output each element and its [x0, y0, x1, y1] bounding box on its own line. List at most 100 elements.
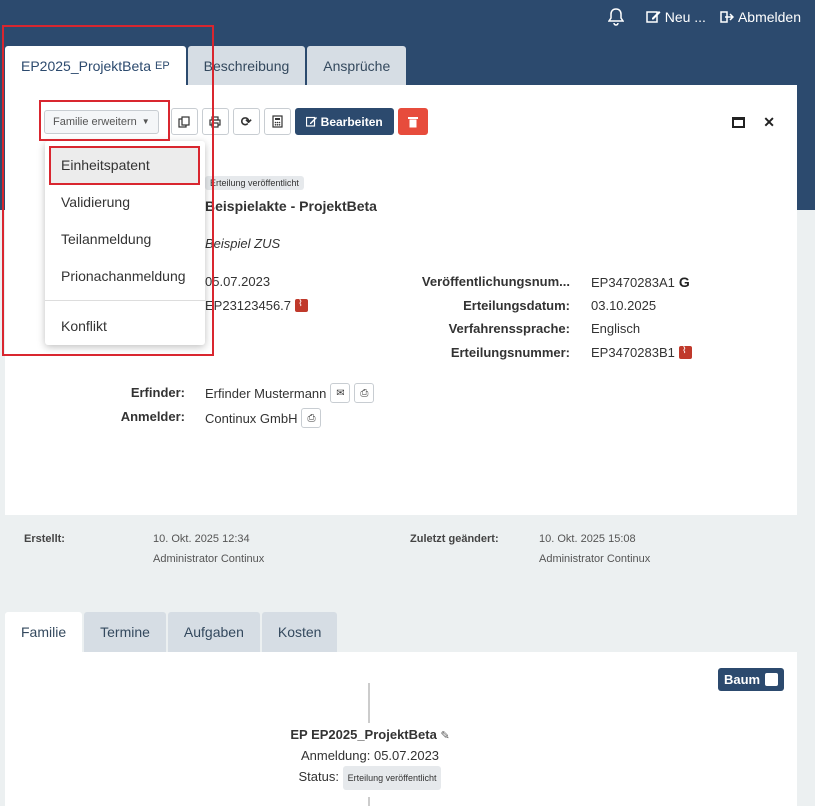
tab-costs[interactable]: Kosten — [261, 612, 338, 652]
tree-node-title-text: EP EP2025_ProjektBeta — [290, 727, 437, 742]
envelope-icon: ✉ — [336, 387, 345, 399]
pdf-icon[interactable] — [678, 345, 692, 359]
applicant-label: Anmelder: — [120, 409, 185, 424]
edit-button[interactable]: Bearbeiten — [294, 108, 394, 135]
menu-item-unitary-patent[interactable]: Einheitspatent — [51, 146, 199, 183]
grant-number: EP3470283B1 — [591, 345, 692, 360]
tree-toggle-label: Baum — [724, 672, 761, 687]
tree-connector-top — [368, 683, 370, 723]
tab-description-label: Beschreibung — [203, 57, 290, 74]
menu-item-conflict[interactable]: Konflikt — [45, 307, 205, 344]
pdf-icon[interactable] — [295, 298, 309, 312]
tab-record-suffix: EP — [154, 59, 170, 72]
tab-claims[interactable]: Ansprüche — [307, 46, 407, 85]
family-extend-button[interactable]: Familie erweitern ▼ — [44, 109, 159, 134]
language-label: Verfahrenssprache: — [448, 321, 570, 336]
grant-number-label: Erteilungsnummer: — [450, 345, 570, 360]
grant-date-text: 03.10.2025 — [591, 298, 657, 313]
application-number: EP23123456.7 — [205, 298, 309, 313]
record-title-text: Beispielakte - ProjektBeta — [205, 198, 377, 214]
delete-button[interactable] — [397, 108, 428, 135]
record-toolbar: Familie erweitern ▼ ⟳ Bearbeiten — [40, 108, 428, 135]
tab-tasks-label: Aufgaben — [183, 624, 244, 640]
print-button[interactable] — [201, 108, 229, 135]
modified-by: Administrator Continux — [539, 553, 651, 565]
created-label: Erstellt: — [24, 533, 65, 545]
maximize-icon[interactable] — [732, 117, 746, 128]
close-icon[interactable]: ✕ — [763, 114, 775, 131]
family-extend-menu: Einheitspatent Validierung Teilanmeldung… — [45, 141, 205, 345]
menu-divider — [45, 300, 205, 301]
applicant: Continux GmbH ⎙ — [205, 408, 322, 428]
trash-icon — [407, 116, 418, 127]
checkbox-icon — [765, 673, 779, 686]
copy-icon — [178, 115, 190, 128]
tree-connector-bottom — [368, 797, 370, 806]
new-menu[interactable]: Neu ... — [645, 9, 706, 25]
application-number-text: EP23123456.7 — [205, 298, 292, 313]
tree-node[interactable]: EP EP2025_ProjektBeta ✎ Anmeldung: 05.07… — [230, 725, 510, 790]
logout-icon — [720, 11, 734, 23]
edit-icon — [305, 116, 317, 127]
publication-number: EP3470283A1 G — [591, 274, 690, 290]
print-button[interactable]: ⎙ — [354, 383, 375, 403]
tab-description[interactable]: Beschreibung — [187, 46, 306, 85]
modified-info: 10. Okt. 2025 15:08 Administrator Contin… — [539, 529, 650, 569]
inventor-text: Erfinder Mustermann — [205, 385, 327, 401]
print-icon: ⎙ — [307, 412, 316, 424]
print-button[interactable]: ⎙ — [301, 408, 322, 428]
tree-node-filing: Anmeldung: 05.07.2023 — [300, 748, 440, 763]
tab-tasks[interactable]: Aufgaben — [167, 612, 260, 652]
tree-toggle[interactable]: Baum — [718, 668, 785, 691]
edit-icon[interactable]: ✎ — [440, 730, 449, 742]
print-icon — [209, 115, 221, 128]
email-button[interactable]: ✉ — [330, 383, 351, 403]
bell-icon[interactable] — [607, 8, 625, 26]
print-icon: ⎙ — [360, 387, 369, 399]
caret-down-icon: ▼ — [141, 117, 150, 126]
filing-date: 05.07.2023 — [205, 274, 270, 289]
window-controls: ✕ — [732, 114, 775, 131]
menu-item-label: Konflikt — [61, 317, 107, 334]
menu-item-divisional[interactable]: Teilanmeldung — [45, 220, 205, 257]
grant-date: 03.10.2025 — [591, 298, 656, 313]
refresh-icon: ⟳ — [240, 113, 252, 129]
tab-deadlines[interactable]: Termine — [84, 612, 166, 652]
modified-label: Zuletzt geändert: — [410, 533, 499, 545]
tab-deadlines-label: Termine — [100, 624, 150, 640]
applicant-text: Continux GmbH — [205, 410, 298, 426]
tab-costs-label: Kosten — [277, 624, 322, 640]
tab-record[interactable]: EP2025_ProjektBeta EP — [5, 46, 186, 85]
status-badge: Erteilung veröffentlicht — [342, 766, 442, 790]
calculator-button[interactable] — [263, 108, 291, 135]
google-icon[interactable]: G — [679, 274, 690, 290]
detail-tabs: Familie Termine Aufgaben Kosten — [5, 612, 338, 652]
record-subtitle-text: Beispiel ZUS — [205, 236, 281, 251]
menu-item-label: Prionachanmeldung — [61, 267, 186, 284]
logout-label: Abmelden — [737, 9, 801, 25]
menu-item-label: Einheitspatent — [61, 156, 150, 173]
publication-number-label: Veröffentlichungsnum... — [421, 274, 570, 289]
record-subtitle: Beispiel ZUS — [205, 236, 280, 251]
record-tabs: EP2025_ProjektBeta EP Beschreibung Anspr… — [5, 46, 407, 85]
menu-item-label: Validierung — [61, 193, 131, 210]
copy-button[interactable] — [170, 108, 198, 135]
logout-link[interactable]: Abmelden — [720, 9, 801, 25]
tab-record-label: EP2025_ProjektBeta — [21, 57, 151, 74]
grant-number-text: EP3470283B1 — [591, 345, 675, 360]
edit-icon — [645, 11, 661, 23]
publication-number-text: EP3470283A1 — [591, 274, 675, 290]
menu-item-priority-filing[interactable]: Prionachanmeldung — [45, 257, 205, 294]
language: Englisch — [591, 321, 640, 336]
edit-button-label: Bearbeiten — [320, 114, 383, 129]
inventor-label: Erfinder: — [130, 385, 185, 400]
refresh-button[interactable]: ⟳ — [232, 108, 260, 135]
audit-info — [5, 515, 797, 590]
tree-node-status: Status: Erteilung veröffentlicht — [230, 766, 510, 790]
status-badge: Erteilung veröffentlicht — [205, 176, 304, 190]
menu-item-label: Teilanmeldung — [61, 230, 152, 247]
header-actions: Neu ... Abmelden — [607, 8, 801, 26]
calculator-icon — [272, 115, 283, 128]
tab-family[interactable]: Familie — [5, 612, 83, 652]
menu-item-validation[interactable]: Validierung — [45, 183, 205, 220]
